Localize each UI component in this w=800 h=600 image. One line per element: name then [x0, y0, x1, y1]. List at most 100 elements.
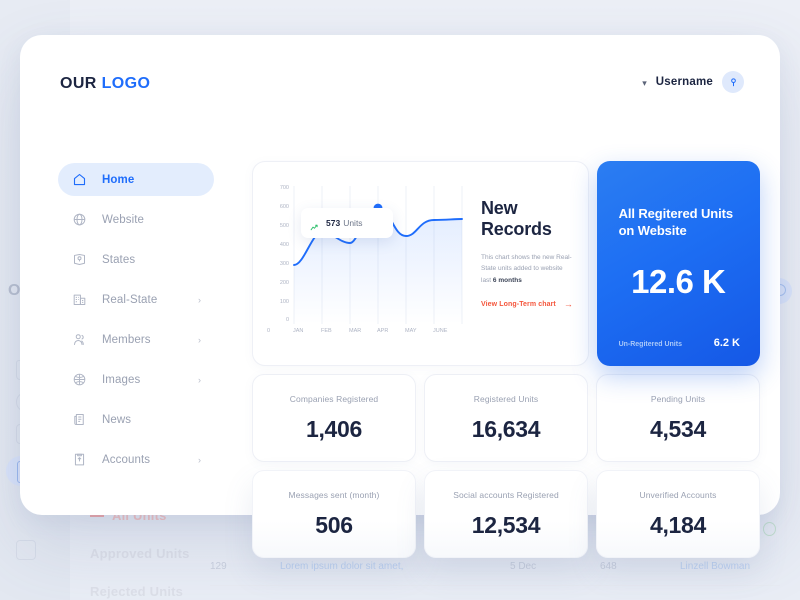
y-tick: 0	[285, 317, 289, 324]
users-icon	[71, 331, 88, 348]
stat-label: Messages sent (month)	[288, 489, 380, 500]
chart-description: This chart shows the new Real-State unit…	[481, 252, 574, 286]
stats-row-secondary: Messages sent (month) 506 Social account…	[252, 470, 760, 558]
x-tick: JAN	[293, 328, 304, 334]
stat-label: Registered Units	[473, 393, 539, 404]
background-trash-icon	[16, 540, 36, 560]
chevron-down-icon[interactable]: ▾	[642, 78, 647, 89]
sidebar-item-real-state[interactable]: Real-State ›	[58, 283, 214, 316]
app-logo: OUR LOGO	[60, 75, 150, 93]
stat-card-companies-registered: Companies Registered 1,406	[252, 374, 416, 462]
globe-icon	[71, 211, 88, 228]
stat-card-pending-units: Pending Units 4,534	[596, 374, 760, 462]
x-tick: FEB	[321, 328, 332, 334]
home-icon	[71, 171, 88, 188]
y-tick: 500	[279, 222, 289, 229]
stat-label: Companies Registered	[289, 393, 379, 404]
x-tick: MAR	[349, 328, 362, 334]
tooltip-unit: Units	[343, 218, 363, 228]
highlight-card-title: All Regitered Units on Website	[618, 206, 734, 239]
x-tick: JUNE	[433, 328, 448, 334]
user-menu[interactable]: ▾ Username	[642, 71, 744, 93]
map-pin-icon	[71, 251, 88, 268]
sidebar-item-label: States	[102, 253, 136, 266]
table-cell-name: Linzell Bowman	[680, 561, 751, 572]
stat-card-registered-units: Registered Units 16,634	[424, 374, 588, 462]
x-tick: MAY	[405, 328, 417, 334]
stat-value: 1,406	[305, 415, 363, 442]
chart-tooltip: 573 Units	[301, 208, 393, 238]
y-tick: 700	[279, 185, 289, 191]
new-records-chart-card: 700 600 500 400 300 200 100 0 0 JAN FEB …	[252, 161, 589, 366]
stat-card-messages-sent: Messages sent (month) 506	[252, 470, 416, 558]
username-label: Username	[655, 76, 713, 88]
stat-card-social-accounts-registered: Social accounts Registered 12,534	[424, 470, 588, 558]
stat-value: 506	[315, 511, 353, 538]
x-tick: APR	[377, 328, 389, 334]
stat-value: 12,534	[471, 511, 541, 538]
sidebar-item-accounts[interactable]: Accounts ›	[58, 443, 214, 476]
chart-svg-area	[293, 186, 463, 324]
x-tick: 0	[267, 328, 271, 334]
stat-label: Social accounts Registered	[453, 489, 559, 500]
avatar[interactable]	[722, 71, 744, 93]
stat-label: Unverified Accounts	[639, 489, 717, 500]
sidebar-item-label: Home	[102, 173, 135, 186]
stat-card-unverified-accounts: Unverified Accounts 4,184	[596, 470, 760, 558]
chevron-right-icon: ›	[198, 334, 201, 345]
document-icon	[71, 451, 88, 468]
background-nav-item-rejected-units: Rejected Units	[90, 584, 184, 599]
chevron-right-icon: ›	[198, 294, 201, 305]
building-icon	[71, 291, 88, 308]
chart-x-axis: 0 JAN FEB MAR APR MAY JUNE	[267, 328, 463, 334]
table-cell-text: Lorem ipsum dolor sit amet,	[280, 561, 404, 572]
sidebar-item-members[interactable]: Members ›	[58, 323, 214, 356]
y-tick: 400	[279, 241, 289, 248]
stats-row-primary: Companies Registered 1,406 Registered Un…	[252, 374, 760, 462]
highlight-card-footer: Un-Regitered Units 6.2 K	[619, 337, 740, 349]
sidebar-item-label: Members	[102, 333, 151, 346]
sidebar-item-home[interactable]: Home	[58, 163, 214, 196]
sidebar-item-label: Real-State	[102, 293, 158, 306]
sidebar-item-news[interactable]: News	[58, 403, 214, 436]
logo-text-primary: OUR	[60, 75, 97, 92]
chevron-right-icon: ›	[198, 374, 201, 385]
background-nav-item-approved-units: Approved Units	[90, 546, 190, 561]
chart-plot-area: 700 600 500 400 300 200 100 0 0 JAN FEB …	[267, 180, 463, 347]
sidebar-item-label: Website	[102, 213, 145, 226]
view-long-term-chart-label: View Long-Term chart	[481, 300, 556, 308]
sidebar-item-label: News	[102, 413, 132, 426]
sidebar-item-images[interactable]: Images ›	[58, 363, 214, 396]
trend-up-icon	[310, 219, 319, 230]
y-tick: 200	[279, 279, 289, 286]
stat-label: Pending Units	[650, 393, 706, 404]
dashboard-panel: OUR LOGO ▾ Username Home Website States …	[20, 35, 780, 558]
top-row: 700 600 500 400 300 200 100 0 0 JAN FEB …	[252, 161, 760, 366]
image-grid-icon	[71, 371, 88, 388]
view-long-term-chart-link[interactable]: View Long-Term chart →	[481, 299, 574, 309]
sidebar-item-label: Accounts	[102, 453, 151, 466]
chart-title: New Records	[481, 198, 552, 239]
chart-wrapper: 700 600 500 400 300 200 100 0 0 JAN FEB …	[267, 180, 574, 347]
sidebar-item-states[interactable]: States	[58, 243, 214, 276]
link-icon	[763, 522, 776, 536]
chart-y-axis: 700 600 500 400 300 200 100 0	[267, 185, 289, 324]
chart-info: New Records This chart shows the new Rea…	[463, 180, 574, 347]
logo-text-accent: LOGO	[101, 75, 151, 92]
unregistered-units-value: 6.2 K	[713, 337, 740, 349]
stat-value: 4,534	[649, 415, 707, 442]
tooltip-value: 573	[326, 218, 341, 228]
sidebar-nav: Home Website States Real-State › Members…	[58, 163, 214, 483]
sidebar-item-website[interactable]: Website	[58, 203, 214, 236]
arrow-right-icon: →	[563, 299, 573, 310]
background-nav-list: All Units Approved Units Rejected Units	[90, 508, 190, 600]
chart-description-highlight: 6 months	[492, 276, 522, 284]
table-cell-num: 648	[600, 561, 617, 572]
highlight-card-value: 12.6 K	[631, 263, 726, 301]
chevron-right-icon: ›	[198, 454, 201, 465]
news-icon	[71, 411, 88, 428]
unregistered-units-label: Un-Regitered Units	[618, 341, 682, 348]
all-registered-units-card: All Regitered Units on Website 12.6 K Un…	[596, 161, 760, 366]
y-tick: 100	[279, 298, 289, 305]
dashboard-content: 700 600 500 400 300 200 100 0 0 JAN FEB …	[252, 161, 760, 558]
